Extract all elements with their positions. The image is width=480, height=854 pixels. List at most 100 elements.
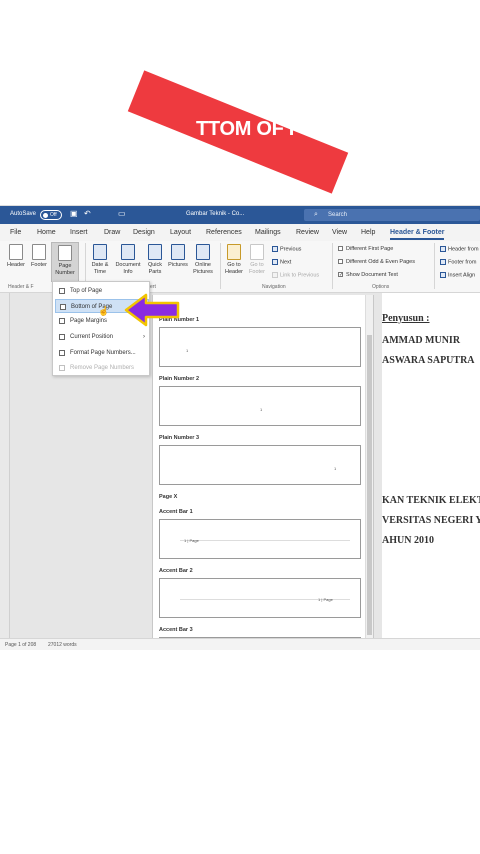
doc-line-author2: ASWARA SAPUTRA — [382, 355, 475, 366]
checkbox-icon — [338, 259, 343, 265]
ribbon-separator — [332, 243, 333, 289]
goto-header-label-1: Go to — [227, 262, 241, 268]
menu-item-current-position[interactable]: Current Position › — [55, 330, 149, 344]
group-header-footer: Header & F — [8, 284, 34, 290]
link-icon — [272, 272, 278, 278]
gallery-label-accent-bar-2: Accent Bar 2 — [159, 568, 193, 574]
banner-text: TTOM OF P — [196, 118, 302, 140]
tab-header-footer[interactable]: Header & Footer — [390, 229, 445, 240]
alignment-tab-icon — [440, 272, 446, 278]
autosave-toggle[interactable]: Off — [40, 210, 62, 220]
status-word-count: 27012 words — [48, 642, 77, 648]
tab-design[interactable]: Design — [133, 229, 155, 236]
goto-header-label-2: Header — [224, 269, 244, 275]
document-page[interactable]: Penyusun : AMMAD MUNIR ASWARA SAPUTRA KA… — [382, 293, 480, 638]
menu-item-remove-page-numbers[interactable]: Remove Page Numbers — [55, 361, 149, 375]
document-info-icon — [121, 244, 135, 260]
tab-file[interactable]: File — [10, 229, 21, 236]
previous-button[interactable]: Previous — [272, 246, 301, 252]
tab-references[interactable]: References — [206, 229, 242, 236]
different-first-page-checkbox[interactable]: Different First Page — [338, 246, 393, 252]
header-from-top-label: Header from — [448, 246, 479, 253]
tab-draw[interactable]: Draw — [104, 229, 120, 236]
status-page-count: Page 1 of 208 — [5, 642, 37, 648]
page-number-mark: 1 — [186, 348, 189, 353]
insert-alignment-tab-button[interactable]: Insert Align — [440, 272, 475, 278]
goto-footer-icon — [250, 244, 264, 260]
goto-header-icon — [227, 244, 241, 260]
gallery-label-plain-number-2: Plain Number 2 — [159, 376, 200, 382]
show-document-text-checkbox[interactable]: ✓ Show Document Text — [338, 272, 398, 278]
online-pictures-button[interactable]: Online Pictures — [191, 244, 215, 276]
navigation-strip — [0, 293, 10, 638]
footer-label: Footer — [31, 262, 47, 268]
tab-review[interactable]: Review — [296, 229, 319, 236]
search-icon: ⌕ — [314, 211, 318, 218]
header-from-top-field[interactable]: Header from — [440, 246, 479, 252]
menu-item-label: Remove Page Numbers — [70, 365, 135, 371]
link-previous-button[interactable]: Link to Previous — [272, 272, 319, 278]
goto-header-button[interactable]: Go to Header — [223, 244, 245, 276]
search-box[interactable]: ⌕ Search — [304, 209, 480, 221]
menu-item-label: Top of Page — [70, 288, 103, 294]
next-button[interactable]: Next — [272, 259, 291, 265]
page-number-mark: 1 — [334, 466, 337, 471]
group-navigation: Navigation — [262, 284, 286, 290]
menu-item-label: Current Position — [70, 334, 114, 340]
tab-mailings[interactable]: Mailings — [255, 229, 281, 236]
goto-footer-label-1: Go to — [250, 262, 264, 268]
page-number-label-1: Page — [58, 263, 72, 269]
current-position-icon — [59, 334, 65, 340]
checkmark-icon: ✓ — [338, 272, 344, 279]
gallery-item-accent-bar-1[interactable]: 1 | Page — [159, 519, 361, 559]
doc-info-label-2: Info — [123, 269, 133, 275]
doc-line-year: AHUN 2010 — [382, 535, 434, 546]
gallery-item-plain-number-2[interactable]: 1 — [159, 386, 361, 426]
link-previous-label: Link to Previous — [280, 272, 320, 279]
page-number-mark: 1 — [260, 407, 263, 412]
footer-button[interactable]: Footer — [28, 244, 50, 269]
header-button[interactable]: Header — [5, 244, 27, 269]
menu-item-format-page-numbers[interactable]: Format Page Numbers... — [55, 346, 149, 360]
remove-page-numbers-icon — [59, 365, 65, 371]
bottom-of-page-icon — [60, 304, 66, 310]
gallery-label-accent-bar-1: Accent Bar 1 — [159, 509, 193, 515]
different-odd-even-checkbox[interactable]: Different Odd & Even Pages — [338, 259, 415, 265]
tab-insert[interactable]: Insert — [70, 229, 88, 236]
tab-view[interactable]: View — [332, 229, 347, 236]
online-pictures-label-1: Online — [195, 262, 211, 268]
online-pictures-icon — [196, 244, 210, 260]
next-icon — [272, 259, 278, 265]
page-number-button[interactable]: Page Number — [51, 242, 79, 282]
gallery-scrollbar-thumb[interactable] — [367, 335, 372, 635]
gallery-item-accent-bar-2[interactable]: 1 | Page — [159, 578, 361, 618]
gallery-item-plain-number-3[interactable]: 1 — [159, 445, 361, 485]
calendar-icon — [93, 244, 107, 260]
tab-home[interactable]: Home — [37, 229, 56, 236]
goto-footer-button[interactable]: Go to Footer — [246, 244, 268, 276]
gallery-scrollbar[interactable] — [365, 295, 373, 650]
show-document-text-label: Show Document Text — [346, 272, 398, 278]
tab-help[interactable]: Help — [361, 229, 375, 236]
quick-parts-label-2: Parts — [148, 269, 162, 275]
quick-parts-label-1: Quick — [147, 262, 163, 268]
gallery-section-page-x: Page X — [159, 494, 178, 500]
window-icon[interactable]: ▭ — [118, 209, 126, 218]
footer-icon — [32, 244, 46, 260]
top-of-page-icon — [59, 288, 65, 294]
menu-bar: File Home Insert Draw Design Layout Refe… — [0, 224, 480, 241]
quick-parts-button[interactable]: Quick Parts — [144, 244, 166, 276]
ribbon-separator — [220, 243, 221, 289]
doc-line-department: KAN TEKNIK ELEKT — [382, 495, 480, 506]
accent-bar-line — [180, 540, 350, 541]
footer-from-bottom-field[interactable]: Footer from — [440, 259, 476, 265]
tab-layout[interactable]: Layout — [170, 229, 191, 236]
pictures-button[interactable]: Pictures — [167, 244, 189, 269]
date-time-button[interactable]: Date & Time — [88, 244, 112, 276]
save-icon[interactable]: ▣ — [70, 209, 78, 218]
format-page-numbers-icon — [59, 350, 65, 356]
document-info-button[interactable]: Document Info — [113, 244, 143, 276]
page-number-label-2: Number — [55, 270, 75, 276]
gallery-item-plain-number-1[interactable]: 1 — [159, 327, 361, 367]
undo-icon[interactable]: ↶ — [84, 209, 91, 218]
